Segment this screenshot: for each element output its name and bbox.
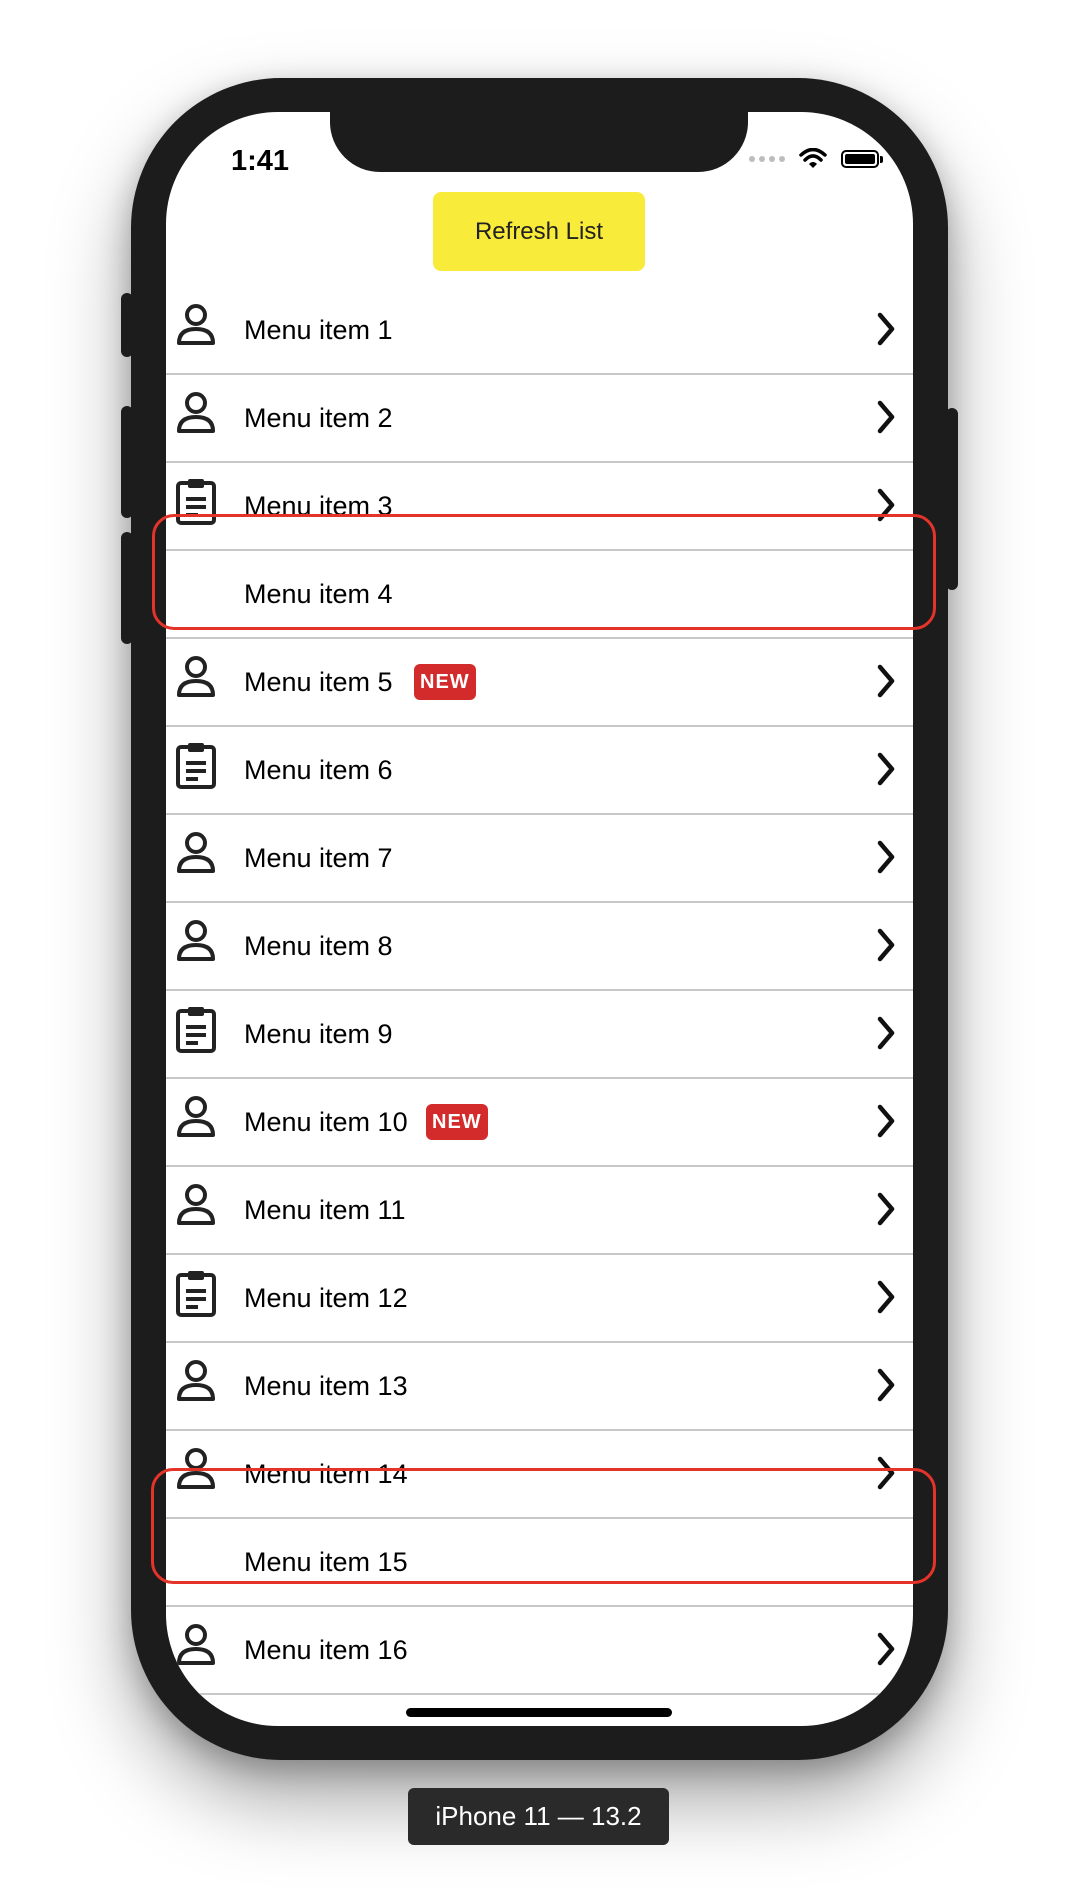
status-icons [749, 146, 883, 172]
chevron-right-icon [875, 1191, 897, 1227]
list-item-label: Menu item 6 [244, 754, 393, 785]
chevron-right-icon [875, 927, 897, 963]
person-icon [174, 1181, 218, 1229]
list-item-label: Menu item 12 [244, 1282, 408, 1313]
chevron-right-icon [875, 311, 897, 347]
list-item[interactable]: Menu item 9 [166, 991, 913, 1079]
list-item-label: Menu item 10 [244, 1106, 408, 1137]
wifi-icon [799, 148, 827, 168]
list-item[interactable]: Menu item 6 [166, 727, 913, 815]
notch [330, 112, 748, 172]
list-item-label: Menu item 9 [244, 1018, 393, 1049]
chevron-right-icon [875, 1103, 897, 1139]
clipboard-icon [174, 741, 218, 789]
chevron-right-icon [875, 1367, 897, 1403]
status-time: 1:41 [231, 145, 290, 177]
list-item-label: Menu item 1 [244, 314, 393, 345]
list-item[interactable]: Menu item 2 [166, 375, 913, 463]
list-item-label: Menu item 2 [244, 402, 393, 433]
list-item-label: Menu item 13 [244, 1370, 408, 1401]
new-badge: NEW [414, 664, 476, 700]
person-icon [174, 829, 218, 877]
list-item-label: Menu item 7 [244, 842, 393, 873]
clipboard-icon [174, 1005, 218, 1053]
person-icon [174, 389, 218, 437]
volume-down-button [121, 532, 133, 644]
device-label: iPhone 11 — 13.2 [408, 1788, 669, 1845]
chevron-right-icon [875, 1279, 897, 1315]
signal-icon [749, 156, 785, 162]
volume-up-button [121, 406, 133, 518]
list-item-label: Menu item 8 [244, 930, 393, 961]
person-icon [174, 1093, 218, 1141]
list-item-label: Menu item 16 [244, 1634, 408, 1665]
list-item[interactable]: Menu item 16 [166, 1607, 913, 1695]
person-icon [174, 301, 218, 349]
chevron-right-icon [875, 1631, 897, 1667]
list-item[interactable]: Menu item 7 [166, 815, 913, 903]
clipboard-icon [174, 1269, 218, 1317]
chevron-right-icon [875, 399, 897, 435]
new-badge: NEW [426, 1104, 488, 1140]
refresh-list-button[interactable]: Refresh List [433, 192, 645, 271]
list-item-label: Menu item 11 [244, 1194, 406, 1225]
chevron-right-icon [875, 751, 897, 787]
highlight-box-item-4 [152, 514, 936, 630]
home-indicator [406, 1708, 672, 1717]
chevron-right-icon [875, 1015, 897, 1051]
list-item[interactable]: Menu item 1 [166, 287, 913, 375]
list-item[interactable]: Menu item 10 NEW [166, 1079, 913, 1167]
person-icon [174, 1621, 218, 1669]
highlight-box-item-15 [151, 1468, 936, 1584]
chevron-right-icon [875, 839, 897, 875]
person-icon [174, 653, 218, 701]
silent-switch [121, 293, 133, 357]
list-item[interactable]: Menu item 8 [166, 903, 913, 991]
person-icon [174, 1357, 218, 1405]
list-item[interactable]: Menu item 5 NEW [166, 639, 913, 727]
person-icon [174, 917, 218, 965]
list-item-label: Menu item 5 [244, 666, 393, 697]
chevron-right-icon [875, 663, 897, 699]
battery-icon [841, 150, 883, 168]
list-item[interactable]: Menu item 11 [166, 1167, 913, 1255]
list-item[interactable]: Menu item 13 [166, 1343, 913, 1431]
power-button [946, 408, 958, 590]
list-item[interactable]: Menu item 12 [166, 1255, 913, 1343]
